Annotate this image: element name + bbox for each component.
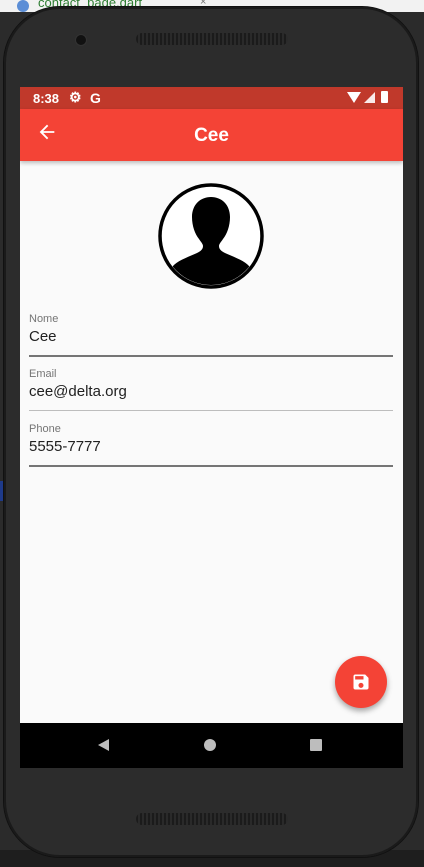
wifi-icon xyxy=(347,92,361,103)
save-button[interactable] xyxy=(335,656,387,708)
email-field-label: Email xyxy=(29,368,57,380)
system-navigation-bar xyxy=(20,723,403,768)
phone-screen: 8:38 ⚙ G Cee Nome Cee Email cee@delta.or… xyxy=(20,87,403,768)
nav-recents-icon[interactable] xyxy=(310,739,322,751)
phone-field-underline xyxy=(29,465,393,467)
battery-icon xyxy=(381,91,388,103)
phone-field-label: Phone xyxy=(29,423,61,435)
front-camera xyxy=(76,35,86,45)
name-field-underline xyxy=(29,355,393,357)
tab-favicon-icon xyxy=(17,0,29,12)
google-g-icon: G xyxy=(90,90,101,106)
phone-field-value[interactable]: 5555-7777 xyxy=(29,438,393,458)
app-bar: Cee xyxy=(20,109,403,161)
phone-field[interactable]: Phone 5555-7777 xyxy=(29,423,393,467)
contact-avatar-icon[interactable] xyxy=(158,183,264,289)
name-field[interactable]: Nome Cee xyxy=(29,313,393,357)
status-bar: 8:38 ⚙ G xyxy=(20,87,403,109)
signal-icon xyxy=(364,92,375,103)
background-editor-selection xyxy=(0,481,3,501)
page-title: Cee xyxy=(194,125,229,146)
top-speaker-grille xyxy=(136,33,288,45)
status-time: 8:38 xyxy=(33,91,60,106)
nav-back-icon[interactable] xyxy=(98,739,109,751)
bottom-speaker-grille xyxy=(136,813,288,825)
save-icon xyxy=(353,674,369,690)
nav-home-icon[interactable] xyxy=(204,739,216,751)
email-field[interactable]: Email cee@delta.org xyxy=(29,368,393,411)
name-field-label: Nome xyxy=(29,313,59,325)
name-field-value[interactable]: Cee xyxy=(29,328,393,348)
email-field-value[interactable]: cee@delta.org xyxy=(29,383,393,403)
gear-icon: ⚙ xyxy=(69,89,82,105)
email-field-underline xyxy=(29,410,393,411)
